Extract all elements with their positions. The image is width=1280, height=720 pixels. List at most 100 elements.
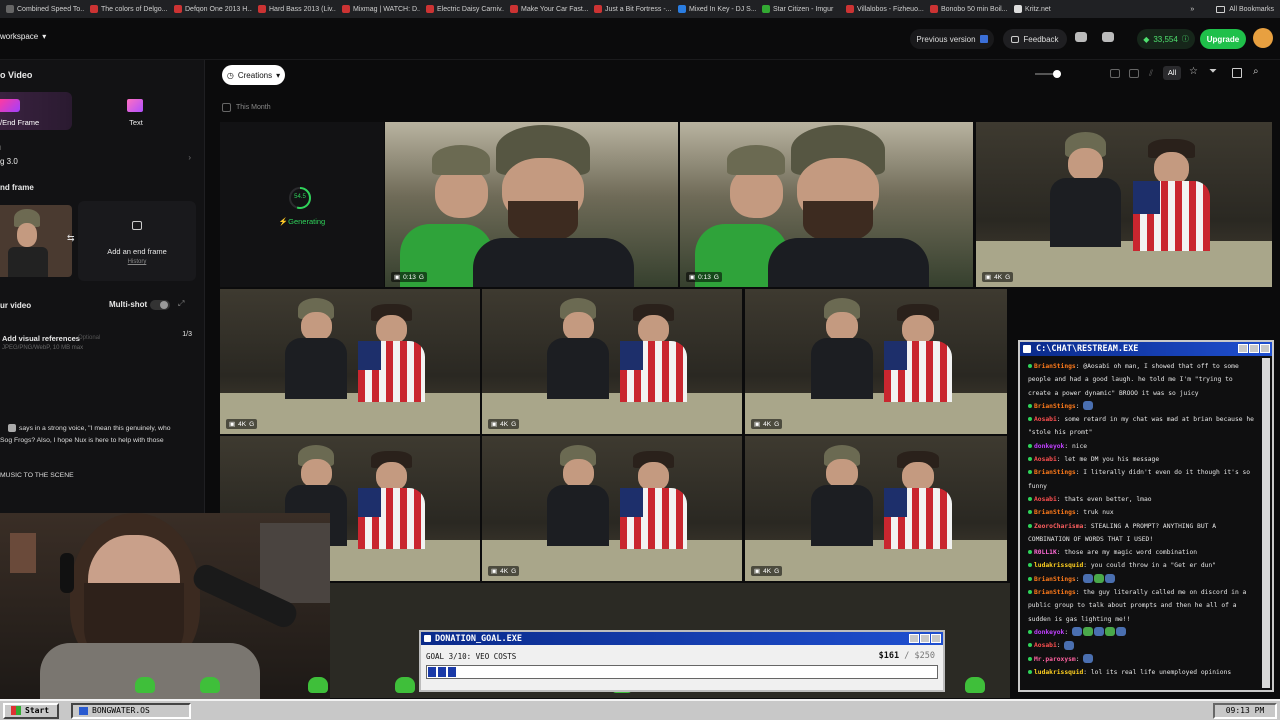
all-filter-button[interactable]: All (1163, 66, 1181, 80)
chat-message: Aosabi: some retard in my chat was mad a… (1028, 413, 1258, 440)
mode-start-end-frame[interactable]: /End Frame (0, 92, 72, 130)
chat-separator: : (1083, 562, 1091, 570)
previous-version-button[interactable]: Previous version (910, 29, 994, 49)
tanktop-shape (810, 485, 874, 547)
bookmark-label: Bonobo 50 min Boil... (941, 5, 1008, 13)
visual-references-section[interactable]: Add visual references Optional 1/3 JPEG/… (0, 324, 196, 356)
add-end-frame-dropzone[interactable]: Add an end frame History (78, 201, 196, 281)
video-tile[interactable]: ▣4KG (220, 289, 480, 434)
video-icon: ▣ (754, 568, 761, 575)
video-tile[interactable]: ▣4KG (745, 289, 1007, 434)
history-link[interactable]: History (78, 259, 196, 265)
video-filter-icon[interactable] (1129, 69, 1139, 78)
video-tile[interactable]: ▣ 0:13 G (385, 122, 678, 287)
bookmark-item[interactable]: Villalobos - Fizheuo... (840, 5, 924, 13)
platform-icon (1028, 629, 1032, 634)
platform-icon (1028, 656, 1032, 661)
mode-text-label: Text (129, 118, 143, 127)
bookmark-item[interactable]: Mixmag | WATCH: D... (336, 5, 420, 13)
creations-filter[interactable]: ◷ Creations ▾ (222, 65, 285, 85)
emote-icon (1083, 401, 1094, 411)
taskbar-app-button[interactable]: BONGWATER.OS (71, 702, 191, 719)
image-filter-icon[interactable] (1110, 69, 1120, 78)
chat-username: R0LL1K (1034, 549, 1057, 557)
chat-username: ludakrissquid (1034, 668, 1084, 676)
bookmark-item[interactable]: Combined Speed To... (0, 5, 84, 13)
avatar[interactable] (1253, 28, 1273, 48)
video-tile[interactable]: ▣4KG (745, 436, 1007, 581)
this-month-checkbox[interactable] (222, 103, 231, 112)
minimize-button[interactable] (909, 634, 919, 643)
prompt-text[interactable]: says in a strong voice, "I mean this gen… (0, 423, 192, 447)
video-tile[interactable]: ▣ 0:13 G (680, 122, 973, 287)
search-icon[interactable]: ⌕ (1253, 66, 1259, 77)
maximize-button[interactable] (920, 634, 930, 643)
model-logo-icon: G (418, 273, 424, 281)
grid-view-icon[interactable] (1232, 68, 1242, 78)
filter-funnel-icon[interactable]: ⏷ (1209, 66, 1217, 77)
bookmark-item[interactable]: Mixed In Key - DJ S... (672, 5, 756, 13)
window-icon (79, 706, 88, 715)
platform-icon (1028, 457, 1032, 462)
tanktop-shape (285, 338, 348, 400)
workspace-label: workspace (0, 32, 39, 41)
zoom-slider-handle[interactable] (1053, 70, 1061, 78)
chat-separator: : (1083, 668, 1091, 676)
emote-icon (1115, 627, 1126, 637)
bookmark-item[interactable]: Kritz.net (1008, 5, 1092, 13)
video-tile[interactable]: ▣4KG (482, 289, 742, 434)
shelf (260, 523, 330, 603)
video-tile[interactable]: ▣4KG (482, 436, 742, 581)
discord-icon[interactable] (1075, 32, 1087, 42)
model-selector[interactable]: l g 3.0 › (0, 144, 195, 174)
platform-icon (1028, 576, 1032, 581)
external-link-icon (979, 35, 988, 43)
bookmark-item[interactable]: Electric Daisy Carniv... (420, 5, 504, 13)
mode-text[interactable]: Text (100, 92, 172, 130)
maximize-button[interactable] (1249, 344, 1259, 353)
youtube-icon[interactable] (1102, 32, 1114, 42)
bookmark-label: Mixed In Key - DJ S... (689, 5, 756, 13)
video-badge-label: 4K (994, 273, 1003, 281)
chat-scrollbar[interactable] (1262, 358, 1270, 688)
chat-username: ZeoroCharisma (1034, 522, 1084, 530)
swap-icon[interactable]: ⇆ (67, 233, 75, 244)
video-tile[interactable]: ▣4KG (976, 122, 1272, 287)
start-frame-thumbnail[interactable] (0, 205, 72, 277)
platform-icon (1028, 496, 1032, 501)
bookmark-item[interactable]: Just a Bit Fortress -... (588, 5, 672, 13)
webcam-overlay (0, 513, 330, 700)
multi-shot-toggle[interactable] (150, 300, 170, 310)
audio-filter-icon[interactable]: ⫽ (1149, 68, 1153, 79)
video-icon: ▣ (689, 274, 696, 281)
video-frame (220, 289, 480, 434)
bookmark-item[interactable]: The colors of Delgo... (84, 5, 168, 13)
bookmark-item[interactable]: Star Citizen - Imgur (756, 5, 840, 13)
generating-status: ⚡Generating (220, 217, 384, 226)
bookmark-item[interactable]: Hard Bass 2013 (Liv... (252, 5, 336, 13)
expand-icon[interactable]: ⤢ (178, 299, 184, 309)
bookmark-item[interactable]: Defqon One 2013 H... (168, 5, 252, 13)
frames-icon (0, 99, 20, 112)
folder-icon (1216, 5, 1226, 13)
chat-username: BrianStings (1034, 469, 1076, 477)
all-bookmarks-button[interactable]: » All Bookmarks (1190, 0, 1274, 18)
feedback-button[interactable]: Feedback (1003, 29, 1067, 49)
chat-separator: : (1064, 628, 1072, 636)
close-button[interactable] (1260, 344, 1270, 353)
generating-tile[interactable]: 54.5 ⚡Generating (220, 122, 384, 287)
model-logo-icon: G (774, 567, 780, 575)
credits-counter[interactable]: ◆ 33,554 ⓘ (1137, 29, 1195, 49)
tanktop-shape (810, 338, 874, 400)
chat-message: ludakrissquid: lol its real life unemplo… (1028, 666, 1258, 679)
start-button[interactable]: Start (3, 702, 59, 719)
video-badge: ▣4KG (226, 419, 258, 429)
star-icon[interactable]: ☆ (1189, 66, 1198, 77)
close-button[interactable] (931, 634, 941, 643)
upgrade-button[interactable]: Upgrade (1200, 29, 1246, 49)
bookmark-item[interactable]: Make Your Car Fast... (504, 5, 588, 13)
workspace-selector[interactable]: workspace ▾ (0, 32, 46, 41)
minimize-button[interactable] (1238, 344, 1248, 353)
wall-poster (10, 533, 36, 573)
bookmark-item[interactable]: Bonobo 50 min Boil... (924, 5, 1008, 13)
